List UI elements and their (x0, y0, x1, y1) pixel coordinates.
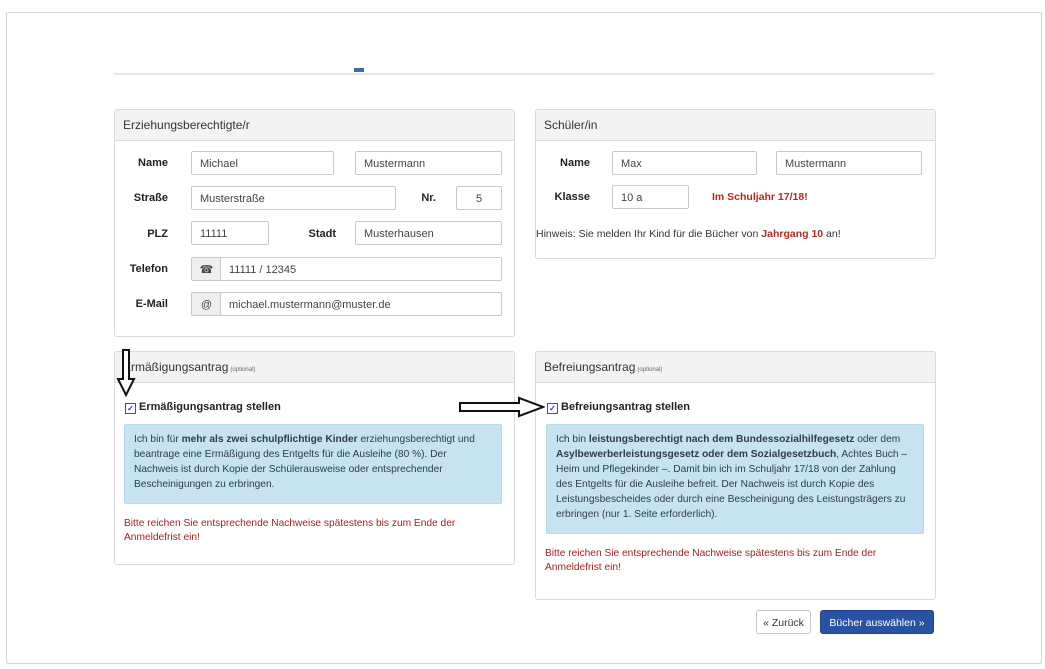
exemption-checkbox-label[interactable]: Befreiungsantrag stellen (561, 401, 690, 413)
nr-input[interactable]: 5 (456, 186, 502, 210)
city-input[interactable]: Musterhausen (355, 221, 502, 245)
student-hint: Hinweis: Sie melden Ihr Kind für die Büc… (536, 228, 841, 240)
parent-name-label: Name (138, 157, 168, 169)
nr-label: Nr. (421, 192, 436, 204)
reduction-panel-title: Ermäßigungsantrag (optional) (115, 352, 514, 383)
student-hint-text: Hinweis: Sie melden Ihr Kind für die Büc… (536, 228, 762, 240)
exemption-panel-title: Befreiungsantrag (optional) (536, 352, 935, 383)
plz-input[interactable]: 11111 (191, 221, 269, 245)
plz-label: PLZ (147, 228, 168, 240)
exemption-info-box: Ich bin leistungsberechtigt nach dem Bun… (546, 424, 924, 534)
exemption-optional: (optional) (637, 367, 663, 373)
exemption-info-bold-1: leistungsberechtigt nach dem Bundessozia… (588, 434, 855, 445)
email-icon: @ (191, 292, 221, 316)
school-year-note: Im Schuljahr 17/18! (712, 191, 808, 203)
city-label: Stadt (308, 228, 337, 240)
phone-input[interactable]: 11111 / 12345 (220, 257, 502, 281)
student-name-label: Name (560, 157, 590, 169)
exemption-info-1: Ich bin (556, 434, 589, 445)
progress-track (114, 73, 934, 75)
reduction-info-box: Ich bin für mehr als zwei schulpflichtig… (124, 424, 502, 504)
reduction-info-1: Ich bin für (134, 434, 182, 445)
exemption-info-bold-2: Asylbewerberleistungsgesetz oder dem Soz… (556, 449, 837, 460)
reduction-optional: (optional) (230, 367, 256, 373)
class-input[interactable]: 10 a (612, 185, 689, 209)
exemption-title: Befreiungsantrag (544, 360, 636, 374)
exemption-note: Bitte reichen Sie entsprechende Nachweis… (545, 548, 877, 573)
student-hint-end: an! (823, 228, 841, 240)
street-label: Straße (133, 192, 168, 204)
exemption-info-2: oder dem (854, 434, 901, 445)
reduction-checkbox-label[interactable]: Ermäßigungsantrag stellen (139, 401, 281, 413)
reduction-checkbox[interactable]: ✓ (125, 403, 136, 414)
student-last-name-input[interactable]: Mustermann (776, 151, 922, 175)
phone-label: Telefon (129, 263, 168, 275)
progress-marker (354, 68, 364, 72)
parent-panel-title: Erziehungsberechtigte/r (115, 110, 514, 141)
student-first-name-input[interactable]: Max (612, 151, 757, 175)
right-arrow-icon (459, 396, 545, 418)
class-label: Klasse (554, 191, 590, 203)
reduction-title: Ermäßigungsantrag (123, 360, 229, 374)
exemption-checkbox-row[interactable]: ✓ Befreiungsantrag stellen (547, 401, 690, 414)
email-label: E-Mail (135, 298, 168, 310)
parent-first-name-input[interactable]: Michael (191, 151, 334, 175)
parent-last-name-input[interactable]: Mustermann (355, 151, 502, 175)
back-button[interactable]: « Zurück (756, 610, 811, 634)
student-hint-grade: Jahrgang 10 (761, 228, 824, 240)
select-books-button[interactable]: Bücher auswählen » (820, 610, 934, 634)
student-panel-title: Schüler/in (536, 110, 935, 141)
email-input[interactable]: michael.mustermann@muster.de (220, 292, 502, 316)
reduction-info-bold: mehr als zwei schulpflichtige Kinder (181, 434, 358, 445)
exemption-checkbox[interactable]: ✓ (547, 403, 558, 414)
phone-icon: ☎ (191, 257, 221, 281)
reduction-note: Bitte reichen Sie entsprechende Nachweis… (124, 518, 456, 543)
reduction-checkbox-row[interactable]: ✓ Ermäßigungsantrag stellen (125, 401, 281, 414)
down-arrow-icon (116, 349, 136, 398)
street-input[interactable]: Musterstraße (191, 186, 396, 210)
